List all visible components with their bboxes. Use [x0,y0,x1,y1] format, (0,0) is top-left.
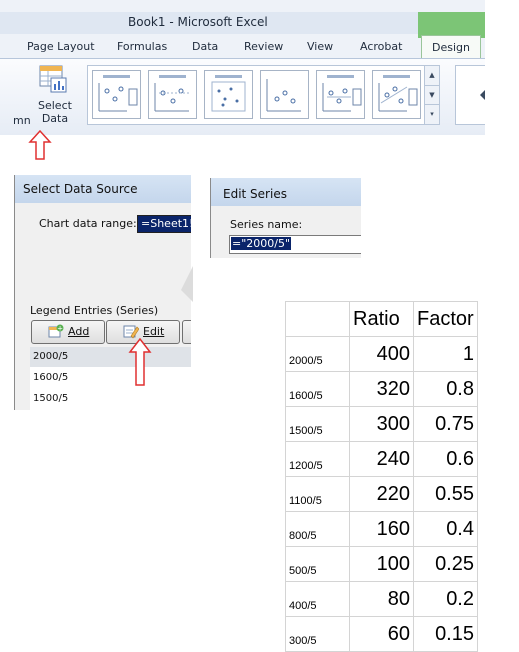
callout-pointer-icon [181,266,193,302]
dialog-title: Edit Series [223,187,287,201]
add-label: Add [68,325,90,338]
series-name-cell: 2000/5 [285,336,350,372]
gallery-more-icon[interactable]: ▾ [425,104,439,124]
header-cell: Ratio [349,301,414,337]
select-data-icon[interactable] [39,64,67,94]
red-up-arrow-icon [28,130,52,160]
tab-view[interactable]: View [307,40,333,53]
tab-data[interactable]: Data [192,40,218,53]
factor-cell: 0.4 [413,511,478,547]
table-row: 1600/5 320 0.8 [285,371,478,407]
add-icon: + [48,324,64,338]
header-cell [285,301,350,337]
table-row: 1500/5 300 0.75 [285,406,478,442]
header-cell: Factor [413,301,478,337]
series-name-cell: 1100/5 [285,476,350,512]
factor-cell: 0.8 [413,371,478,407]
series-name-cell: 1600/5 [285,371,350,407]
chart-layout-thumb-6[interactable] [372,70,421,119]
ratio-cell: 220 [349,476,414,512]
add-series-button[interactable]: + Add [31,320,105,344]
table-row: 500/5 100 0.25 [285,546,478,582]
ratio-cell: 240 [349,441,414,477]
series-name-cell: 1200/5 [285,441,350,477]
ratio-cell: 100 [349,546,414,582]
table-row: 400/5 80 0.2 [285,581,478,617]
edit-series-dialog: Edit Series Series name: ="2000/5" [210,178,361,258]
ratio-cell: 320 [349,371,414,407]
factor-cell: 0.2 [413,581,478,617]
series-name-cell: 800/5 [285,511,350,547]
tab-formulas[interactable]: Formulas [117,40,167,53]
edit-icon [123,325,139,339]
scroll-down-icon[interactable]: ▼ [425,85,439,105]
table-header-row: Ratio Factor [285,301,478,337]
table-row: 1200/5 240 0.6 [285,441,478,477]
ratio-cell: 60 [349,616,414,652]
chart-styles-gallery[interactable] [455,65,485,125]
red-up-arrow-icon [128,338,152,386]
chart-data-range-label: Chart data range: [39,217,137,230]
tab-design[interactable]: Design [421,35,481,59]
svg-text:+: + [57,325,63,333]
select-data-source-dialog: Select Data Source Chart data range: =Sh… [14,175,191,410]
tab-page-layout[interactable]: Page Layout [27,40,95,53]
chart-layout-thumb-4[interactable] [260,70,309,119]
series-list-item[interactable]: 2000/5 [30,347,191,367]
series-name-cell: 400/5 [285,581,350,617]
series-list-item[interactable]: 1600/5 [30,368,191,388]
ratio-cell: 400 [349,336,414,372]
series-name-cell: 300/5 [285,616,350,652]
series-list[interactable]: 2000/5 1600/5 1500/5 [30,347,191,410]
factor-cell: 0.25 [413,546,478,582]
ratio-factor-table: Ratio Factor 2000/5 400 1 1600/5 320 0.8 1500/… [285,301,478,652]
select-data-button[interactable]: Select Data [38,99,72,125]
tab-review[interactable]: Review [244,40,283,53]
table-row: 800/5 160 0.4 [285,511,478,547]
chart-layout-thumb-3[interactable] [204,70,253,119]
excel-ribbon: Book1 - Microsoft Excel Page Layout Form… [0,0,485,135]
series-name-value: ="2000/5" [231,237,292,250]
factor-cell: 0.15 [413,616,478,652]
legend-entries-label: Legend Entries (Series) [30,304,159,317]
ratio-cell: 80 [349,581,414,617]
table-row: 2000/5 400 1 [285,336,478,372]
chart-data-range-input[interactable]: =Sheet1!$ [137,215,191,233]
series-list-item[interactable]: 1500/5 [30,389,191,409]
dialog-title: Select Data Source [23,182,138,196]
scroll-up-icon[interactable]: ▲ [425,66,439,85]
remove-series-button[interactable] [182,320,191,344]
chart-layout-thumb-5[interactable] [316,70,365,119]
factor-cell: 0.55 [413,476,478,512]
gallery-scrollbar[interactable]: ▲ ▼ ▾ [424,65,440,125]
play-left-icon [480,90,485,100]
chart-layouts-gallery [87,65,426,125]
ratio-cell: 160 [349,511,414,547]
table-row: 300/5 60 0.15 [285,616,478,652]
tab-acrobat[interactable]: Acrobat [360,40,402,53]
ratio-cell: 300 [349,406,414,442]
factor-cell: 0.75 [413,406,478,442]
factor-cell: 0.6 [413,441,478,477]
chart-layout-thumb-1[interactable] [92,70,141,119]
series-name-label: Series name: [230,218,303,231]
factor-cell: 1 [413,336,478,372]
chart-layout-thumb-2[interactable] [148,70,197,119]
window-title: Book1 - Microsoft Excel [128,15,268,29]
partial-column-label: mn [13,114,31,127]
select-data-label-line2: Data [41,112,69,125]
series-name-cell: 500/5 [285,546,350,582]
series-name-cell: 1500/5 [285,406,350,442]
table-row: 1100/5 220 0.55 [285,476,478,512]
select-data-label-line1: Select [38,99,72,112]
